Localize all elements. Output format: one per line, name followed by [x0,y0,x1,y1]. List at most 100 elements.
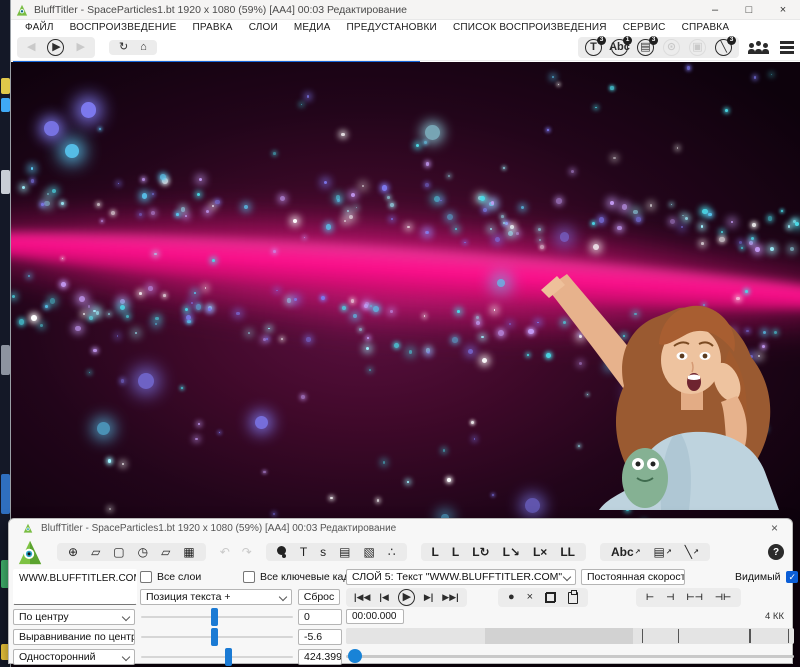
layer-attach-icon[interactable]: L↘ [503,546,520,558]
text-layers-icon[interactable]: T3 [585,36,606,56]
particle [390,310,393,313]
open-show-icon[interactable]: ▱ [91,546,100,558]
sided-select[interactable]: Односторонний [13,649,135,665]
hamburger-menu-icon[interactable] [780,41,794,44]
resize-icon[interactable]: ▢ [113,546,124,558]
layer-rotate-icon[interactable]: L↻ [472,546,489,558]
all-keyframes-checkbox[interactable] [243,571,255,583]
effect-pen-icon[interactable]: ╲ [685,546,699,558]
slider-handle[interactable] [210,628,218,646]
particle [151,210,156,216]
copy-icon[interactable] [545,592,557,603]
speed-select[interactable]: Постоянная скорость [581,569,685,585]
picture-layers-icon[interactable]: ▤ 3 [637,36,658,56]
app-logo-icon [16,4,28,16]
keyframe-tick[interactable] [749,629,751,643]
layer-select[interactable]: СЛОЙ 5: Текст "WWW.BLUFFTITLER.COM" + [346,569,576,585]
close-button[interactable]: × [766,0,800,19]
property-select[interactable]: Позиция текста + [140,589,292,605]
menu-layers[interactable]: СЛОИ [241,22,286,33]
z-position-slider[interactable] [141,648,293,666]
picture-layer-icon[interactable]: ▤ [339,546,350,558]
menu-playlist[interactable]: СПИСОК ВОСПРОИЗВЕДЕНИЯ [445,22,615,33]
effect-picture-icon[interactable]: ▤ [654,546,672,558]
paste-icon[interactable] [568,589,579,604]
slider-handle[interactable] [210,608,218,626]
alignment-select[interactable]: Выравнивание по центру [13,629,135,645]
help-button[interactable]: ? [768,544,784,560]
last-keyframe-icon[interactable]: ⊣ [666,593,674,602]
keyframe-tick[interactable] [787,629,790,643]
particle [457,310,460,313]
y-value-box[interactable]: -5.6 [298,629,342,645]
position-mode-select[interactable]: По центру [13,609,135,625]
center-keyframes-icon[interactable]: ⊣⊢ [715,593,731,602]
export-video-icon[interactable]: ▦ [183,546,194,558]
first-keyframe-icon[interactable]: ⊢ [646,593,654,602]
layer-solid-icon[interactable]: L [452,546,459,558]
scrubber-handle[interactable] [348,649,363,663]
subtitle-layer-icon[interactable]: s [320,546,326,558]
delete-keyframe-icon[interactable]: × [527,592,533,603]
step-back-icon[interactable]: |◀ [379,593,388,602]
layer-clone-icon[interactable]: LL [560,546,575,558]
maximize-button[interactable]: □ [732,0,766,19]
particle-layer-icon[interactable]: ∴ [388,546,396,558]
effect-text-icon[interactable]: Abc [611,546,641,558]
home-icon[interactable]: ⌂ [140,42,147,53]
play-icon[interactable]: ▶ [47,39,65,56]
back-icon[interactable]: ◀ [27,42,35,53]
play-button-icon[interactable]: ▶ [397,589,415,606]
globe-layers-icon[interactable]: ⊙ [663,39,680,56]
layer-front-icon[interactable]: L [432,546,439,558]
menu-help[interactable]: СПРАВКА [674,22,738,33]
all-layers-checkbox-row[interactable]: Все слои [140,571,201,583]
model-layer-icon[interactable]: ▧ [364,546,375,558]
import-icon[interactable]: ▱ [161,546,170,558]
x-value-box[interactable]: 0 [298,609,342,625]
time-scrubber[interactable] [346,649,794,663]
keyframe-tick[interactable] [677,629,680,643]
redo-icon[interactable]: ↷ [242,546,252,558]
step-forward-icon[interactable]: ▶| [424,593,433,602]
z-value-box[interactable]: 424.39999 [298,649,342,665]
x-position-slider[interactable] [141,608,293,626]
time-display[interactable]: 00:00.000 [346,609,404,624]
layer-detach-icon[interactable]: L× [533,546,547,558]
pen-layers-icon[interactable]: ╲ 3 [715,36,736,56]
panel-close-button[interactable]: × [765,521,784,535]
skip-start-icon[interactable]: |◀◀ [354,593,370,602]
scrubber-track[interactable] [346,655,794,658]
stretch-keyframes-icon[interactable]: ⊢⊣ [686,593,702,602]
reset-button[interactable]: Сброс [298,589,340,605]
refresh-icon[interactable]: ↻ [119,42,128,53]
undo-icon[interactable]: ↶ [220,546,230,558]
duration-icon[interactable]: ◷ [138,546,148,558]
text-layer-icon[interactable]: T [300,546,307,558]
record-keyframe-icon[interactable]: ● [508,592,515,603]
all-layers-checkbox[interactable] [140,571,152,583]
layer-text-input[interactable]: WWW.BLUFFTITLER.COM [13,569,137,605]
keyframe-timeline[interactable] [346,628,794,644]
y-position-slider[interactable] [141,628,293,646]
caption-layers-icon[interactable]: Abc 1 [609,36,632,56]
menu-media[interactable]: МЕДИА [286,22,339,33]
slider-handle[interactable] [224,648,232,666]
visible-checkbox-row[interactable]: Видимый [735,571,798,583]
forward-icon[interactable]: ▶ [76,42,84,53]
skip-end-icon[interactable]: ▶▶| [442,593,458,602]
keyframe-tick[interactable] [641,629,644,643]
menu-edit[interactable]: ПРАВКА [184,22,240,33]
menu-presets[interactable]: ПРЕДУСТАНОВКИ [339,22,445,33]
community-icon[interactable] [749,41,768,54]
visible-checkbox[interactable] [785,571,798,583]
menu-file[interactable]: ФАЙЛ [17,22,62,33]
balloon-layer-icon[interactable] [276,546,287,558]
menu-playback[interactable]: ВОСПРОИЗВЕДЕНИЕ [62,22,185,33]
particle [49,298,56,304]
model-layers-icon[interactable]: ▣ [689,39,706,56]
add-layer-icon[interactable]: ⊕ [68,546,78,558]
all-keyframes-checkbox-row[interactable]: Все ключевые кадры [243,571,363,583]
minimize-button[interactable]: – [698,0,732,19]
menu-tools[interactable]: СЕРВИС [615,22,674,33]
